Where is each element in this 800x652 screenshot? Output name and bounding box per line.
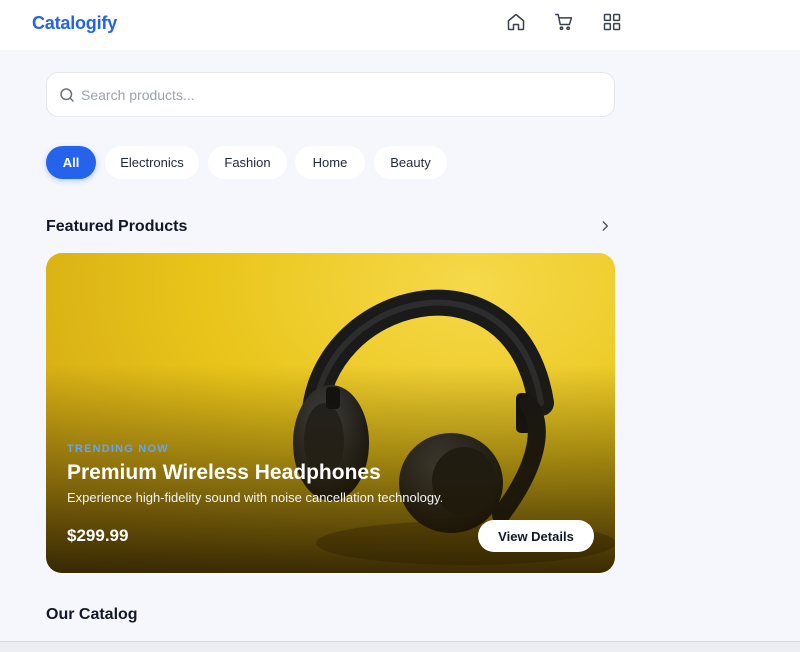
brand-logo[interactable]: Catalogify (32, 13, 117, 34)
featured-section-title: Featured Products (46, 218, 188, 235)
product-description: Experience high-fidelity sound with nois… (67, 490, 444, 505)
search-input[interactable] (81, 73, 601, 116)
featured-product-card[interactable]: TRENDING NOW Premium Wireless Headphones… (46, 253, 615, 573)
category-chip-beauty[interactable]: Beauty (374, 146, 447, 179)
category-chip-all[interactable]: All (46, 146, 96, 179)
category-chip-fashion[interactable]: Fashion (208, 146, 287, 179)
view-details-button[interactable]: View Details (478, 520, 594, 552)
grid-icon[interactable] (600, 10, 624, 34)
catalog-section-title: Our Catalog (46, 606, 138, 623)
category-chip-electronics[interactable]: Electronics (105, 146, 199, 179)
product-price: $299.99 (67, 526, 129, 545)
chevron-right-icon[interactable] (598, 219, 612, 233)
category-chip-home[interactable]: Home (295, 146, 365, 179)
trending-tag: TRENDING NOW (67, 443, 169, 455)
top-navbar: Catalogify (0, 0, 800, 50)
cart-icon[interactable] (552, 10, 576, 34)
home-icon[interactable] (504, 10, 528, 34)
search-bar (46, 72, 615, 117)
product-title: Premium Wireless Headphones (67, 461, 381, 484)
search-icon (60, 88, 74, 102)
bottom-edge (0, 641, 800, 652)
